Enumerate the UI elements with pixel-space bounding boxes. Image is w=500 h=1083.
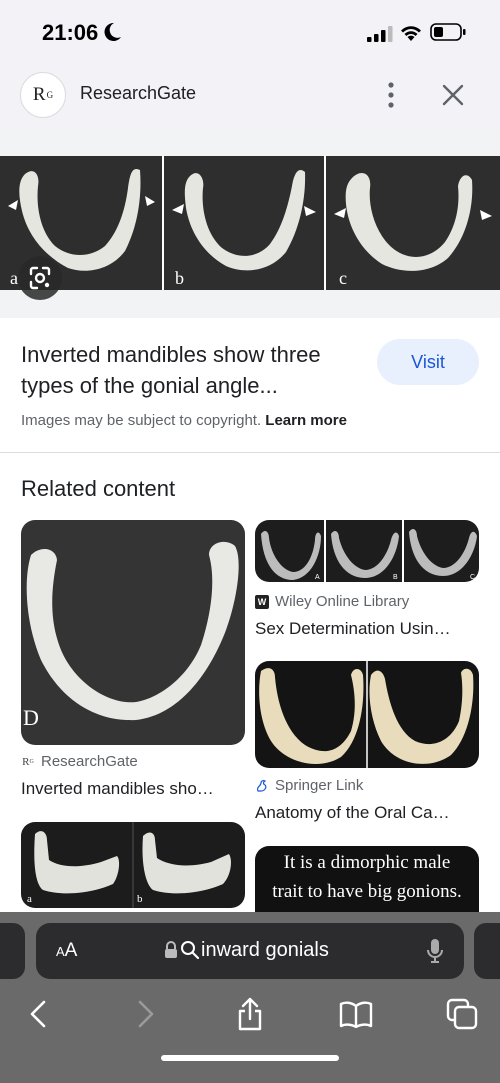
wifi-icon [401,26,421,41]
status-bar: 21:06 [0,0,500,64]
wiley-icon: W [255,594,269,609]
meme-line-2: trait to have big gonions. [272,881,462,902]
back-button[interactable] [18,994,58,1034]
card-caption-1[interactable]: Inverted mandibles sho… [21,779,245,799]
google-lens-icon [29,266,51,290]
meme-line-1: It is a dimorphic male [283,852,451,873]
jaw-strip-image: A B C [261,520,477,582]
lateral-mandible-image: a b [27,822,231,908]
source-researchgate[interactable]: RG ResearchGate [21,753,138,770]
mandible-image: D [23,541,239,730]
result-image[interactable]: a b c [0,156,500,290]
microphone-icon[interactable] [426,937,444,965]
chevron-right-icon [138,1000,154,1028]
divider [0,452,500,453]
hero-label-c: c [339,268,347,288]
card-caption-2[interactable]: Sex Determination Usin… [255,619,479,639]
hero-label-b: b [175,268,184,288]
logo-letter: R [32,84,46,105]
previous-tab-edge[interactable] [0,923,25,979]
springer-icon [256,779,267,792]
source-name: Wiley Online Library [275,593,410,610]
mandible-illustration: a b c [0,156,500,290]
home-indicator [161,1055,339,1061]
source-wiley[interactable]: W Wiley Online Library [255,593,409,610]
researchgate-logo[interactable]: RG [20,72,66,118]
copyright-text: Images may be subject to copyright. [21,412,262,429]
next-tab-edge[interactable] [474,923,500,979]
url-text[interactable]: inward gonials [201,939,329,962]
thumb-label-c: C [470,574,475,581]
chevron-left-icon [30,1000,46,1028]
big-card-letter: D [23,705,39,730]
springer-jaw-image [259,661,474,768]
address-bar[interactable]: AA inward gonials [36,923,464,979]
visit-button[interactable]: Visit [377,339,479,385]
card-caption-3[interactable]: Anatomy of the Oral Ca… [255,803,479,823]
aa-big: A [64,940,78,961]
signal-icon [367,26,393,42]
thumb-label-b2: b [137,893,143,905]
hero-label-a: a [10,268,18,288]
reader-options-button[interactable]: AA [56,940,77,962]
viewer-header: RG ResearchGate [0,64,500,128]
forward-button[interactable] [126,994,166,1034]
researchgate-small-icon: RG [22,755,34,768]
source-springer[interactable]: Springer Link [255,777,363,794]
bookmarks-button[interactable] [336,994,376,1034]
lens-button[interactable] [18,256,62,300]
aa-small: A [56,944,65,959]
copyright-notice: Images may be subject to copyright. Lear… [21,412,347,429]
source-name: ResearchGate [41,753,138,770]
moon-icon [104,22,121,41]
related-image-1[interactable]: D [21,520,245,745]
result-title[interactable]: Inverted mandibles show three types of t… [21,339,366,401]
related-heading: Related content [21,476,176,501]
related-image-3[interactable] [255,661,479,768]
share-icon [238,997,262,1031]
image-preview-area: a b c [0,128,500,318]
search-icon [181,941,200,960]
thumb-label-a2: a [27,893,32,905]
status-time: 21:06 [42,20,99,45]
lock-icon [165,941,177,958]
more-options-icon[interactable] [380,80,402,110]
logo-superscript: G [46,90,54,100]
thumb-label-a: A [315,574,320,581]
battery-icon [430,23,466,41]
tabs-button[interactable] [442,994,482,1034]
close-icon[interactable] [440,82,466,108]
site-name[interactable]: ResearchGate [80,83,196,104]
learn-more-link[interactable]: Learn more [265,412,347,429]
source-name: Springer Link [275,777,364,794]
related-image-5[interactable]: It is a dimorphic male trait to have big… [255,846,479,916]
related-image-2[interactable]: A B C [255,520,479,582]
tabs-icon [446,998,478,1030]
related-image-4[interactable]: a b [21,822,245,908]
thumb-label-b: B [393,574,398,581]
book-icon [339,1001,373,1028]
share-button[interactable] [230,994,270,1034]
